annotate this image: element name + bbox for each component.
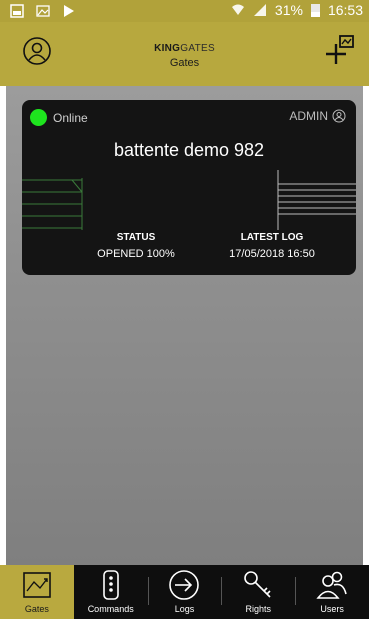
nav-users-label: Users <box>320 604 344 614</box>
nav-logs[interactable]: Logs <box>147 565 222 619</box>
gate-illustration <box>22 170 356 230</box>
add-gate-icon[interactable] <box>325 34 355 66</box>
battery-percent: 31% <box>274 2 303 18</box>
remote-control-icon <box>102 570 119 600</box>
left-gate-leaf <box>22 178 83 230</box>
gate-card[interactable]: Online ADMIN battente demo 982 STATUS OP… <box>22 100 356 275</box>
users-icon <box>316 571 347 599</box>
connection-status: Online <box>53 111 88 125</box>
role-label: ADMIN <box>289 109 328 123</box>
image-icon <box>36 5 50 17</box>
user-circle-icon <box>332 109 346 123</box>
brand-logo: KINGGATES <box>0 43 369 54</box>
status-bar: 31% 16:53 <box>0 0 369 22</box>
status-right-icons: 31% 16:53 <box>231 2 363 18</box>
nav-gates-label: Gates <box>24 604 49 614</box>
nav-commands[interactable]: Commands <box>74 565 148 619</box>
gallery-icon <box>10 4 24 18</box>
nav-rights[interactable]: Rights <box>221 565 295 619</box>
right-gate-leaf <box>277 170 356 230</box>
status-left-icons <box>10 4 76 18</box>
gates-icon <box>23 572 51 598</box>
logo-bold: KING <box>154 43 181 54</box>
gate-name: battente demo 982 <box>113 140 265 160</box>
nav-users[interactable]: Users <box>295 565 369 619</box>
logs-arrow-icon <box>169 570 200 600</box>
online-indicator <box>30 109 47 126</box>
role-badge: ADMIN <box>289 109 346 123</box>
status-label: STATUS <box>116 232 156 243</box>
clock: 16:53 <box>327 2 363 18</box>
key-icon <box>244 571 271 598</box>
latest-log-label: LATEST LOG <box>240 232 304 243</box>
battery-icon <box>310 4 320 17</box>
status-value: OPENED 100% <box>97 248 175 260</box>
signal-icon <box>253 4 266 16</box>
nav-rights-label: Rights <box>245 604 272 614</box>
app-header: KINGGATES Gates <box>0 22 369 86</box>
page-title: Gates <box>169 57 200 69</box>
logo-light: GATES <box>180 43 215 54</box>
nav-gates[interactable]: Gates <box>0 565 74 619</box>
latest-log-value: 17/05/2018 16:50 <box>229 248 315 260</box>
bottom-nav: Gates Commands Logs Rights Users <box>0 565 369 619</box>
play-store-icon <box>64 5 74 17</box>
wifi-icon <box>231 4 244 15</box>
nav-logs-label: Logs <box>174 604 195 614</box>
nav-commands-label: Commands <box>87 604 134 614</box>
